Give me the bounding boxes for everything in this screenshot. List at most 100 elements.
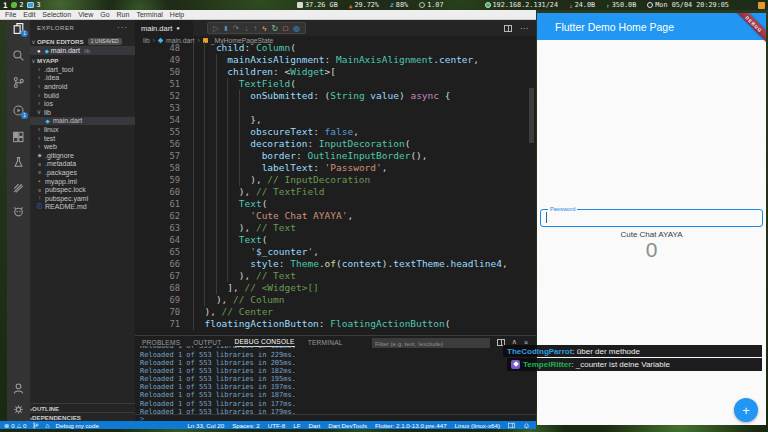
more-actions-icon[interactable]: ⋯ (520, 24, 528, 33)
status-utf8[interactable]: UTF-8 (268, 422, 286, 429)
code-area[interactable]: 48 child: Column(49 mainAxisAlignment: M… (135, 42, 536, 330)
project-label: MYAPP (37, 57, 58, 64)
up-icon: ↑ (606, 2, 610, 9)
status-lf[interactable]: LF (293, 422, 300, 429)
activity-search-icon[interactable] (7, 47, 30, 63)
hot-reload-icon[interactable]: ϟ (262, 24, 266, 33)
activity-source-control-icon[interactable] (7, 74, 30, 90)
debug-my-code-status[interactable]: Debug my code (56, 422, 99, 429)
menu-item-go[interactable]: Go (100, 11, 109, 18)
status-bar: ⊗0 △0 ⌂ Debug my code Ln 33, Col 20 Space… (0, 421, 536, 429)
stat-text: 88% (396, 1, 408, 9)
status-ln[interactable]: Ln 33, Col 20 (187, 422, 224, 429)
panel-tab-output[interactable]: OUTPUT (193, 339, 221, 346)
workspace-number[interactable]: 3 (37, 1, 41, 9)
tree-folder-linux[interactable]: ›linux (30, 125, 135, 134)
layout-icon[interactable] (508, 422, 515, 429)
tree-folder-dart_tool[interactable]: ›.dart_tool (30, 65, 135, 74)
sub-badge-icon (511, 360, 520, 369)
status-dart[interactable]: Dart (308, 422, 320, 429)
line-number: 52 (135, 91, 187, 101)
tree-file-pubspec.lock[interactable]: ≡pubspec.lock (30, 185, 135, 194)
tree-file-main.dart[interactable]: ◆main.dart (30, 117, 135, 126)
tree-file-myapp.iml[interactable]: ▪myapp.iml (30, 177, 135, 186)
menu-item-help[interactable]: Help (170, 11, 184, 18)
activity-run-debug-icon[interactable]: 1 (7, 102, 30, 118)
tree-folder-web[interactable]: ›web (30, 142, 135, 151)
inspector-icon[interactable]: ◎ (293, 24, 300, 33)
tree-folder-test[interactable]: ›test (30, 134, 135, 143)
code-line: 66 style: Theme.of(context).textTheme.he… (135, 258, 536, 270)
editor-scrollbar[interactable] (529, 88, 534, 143)
activity-owl-icon[interactable] (7, 203, 30, 219)
tab-main-dart[interactable]: main.dart ● (135, 20, 193, 36)
activity-extensions-icon[interactable] (7, 129, 30, 145)
console-prompt[interactable]: > (135, 414, 536, 421)
status-dart[interactable]: Dart DevTools (328, 422, 367, 429)
open-editors-header[interactable]: ∨ OPEN EDITORS 1 UNSAVED (30, 37, 135, 46)
panel-tab-problems[interactable]: PROBLEMS (142, 339, 180, 346)
workspace-indicators[interactable]: 1 2 3 (0, 1, 41, 10)
status-linux[interactable]: Linux (linux-x64) (455, 422, 500, 429)
home-status-icon[interactable]: ⌂ (45, 422, 49, 429)
explorer-sidebar: EXPLORER ··· ∨ OPEN EDITORS 1 UNSAVED ● … (30, 20, 135, 421)
workspace-number[interactable]: 1 (3, 1, 8, 10)
menu-item-file[interactable]: File (5, 11, 16, 18)
step-out-icon[interactable]: ↑ (253, 24, 257, 33)
activity-explorer-icon[interactable]: 1 (7, 20, 30, 36)
step-over-icon[interactable]: ↷ (232, 24, 239, 33)
panel-tab-terminal[interactable]: TERMINAL (308, 339, 343, 346)
open-editor-main-dart[interactable]: ● ◆ main.dart lib (30, 46, 135, 55)
menu-item-edit[interactable]: Edit (23, 11, 35, 18)
menu-item-run[interactable]: Run (117, 11, 130, 18)
fork-status-icon[interactable] (32, 422, 39, 429)
code-line: 52 onSubmitted: (String value) async { (135, 90, 536, 102)
activity-feather-icon[interactable] (7, 179, 30, 195)
console-filter-input[interactable]: Filter (e.g. text, !exclude) (372, 338, 490, 348)
menu-item-terminal[interactable]: Terminal (136, 11, 162, 18)
bell-icon[interactable] (523, 422, 530, 429)
activity-test-beaker-icon[interactable] (7, 154, 30, 170)
fab-button[interactable]: + (734, 398, 758, 422)
line-number: 61 (135, 199, 187, 209)
line-number: 68 (135, 283, 187, 293)
project-header[interactable]: ∨ MYAPP (30, 56, 135, 65)
tree-folder-android[interactable]: ›android (30, 82, 135, 91)
tree-folder-build[interactable]: ›build (30, 91, 135, 100)
tree-folder-lib[interactable]: ∨lib (30, 108, 135, 117)
tree-folder-ios[interactable]: ›ios (30, 99, 135, 108)
tree-file-pubspec.yaml[interactable]: !pubspec.yaml (30, 194, 135, 203)
problems-status[interactable]: ⊗0 △0 (4, 422, 26, 429)
console-line: Reloaded 1 of 553 libraries in 197ms. (140, 383, 296, 391)
dirty-dot-icon: ● (176, 25, 180, 31)
code-line: 69 ), // Column (135, 294, 536, 306)
tree-folder-idea[interactable]: ›.idea (30, 74, 135, 83)
activity-account[interactable] (7, 380, 30, 396)
restart-icon[interactable]: ↻ (271, 24, 278, 33)
tree-file-README.md[interactable]: ⓘREADME.md (30, 203, 135, 212)
menu-item-view[interactable]: View (78, 11, 93, 18)
activity-settings-gear[interactable] (7, 401, 30, 417)
dependencies-section[interactable]: › DEPENDENCIES (30, 412, 135, 421)
app-tray-icon[interactable] (758, 2, 765, 9)
tree-file-gitignore[interactable]: ◆.gitignore (30, 151, 135, 160)
continue-icon[interactable]: ▷ (213, 24, 219, 33)
outline-section[interactable]: › OUTLINE (30, 403, 135, 412)
tree-file-packages[interactable]: ≡.packages (30, 168, 135, 177)
code-line: 70 ), // Center (135, 306, 536, 318)
menu-item-selection[interactable]: Selection (42, 11, 71, 18)
open-editor-filename: main.dart (51, 47, 80, 54)
split-editor-icon[interactable] (504, 25, 512, 32)
workspace-number[interactable]: 2 (20, 1, 24, 9)
chat-username: TheCodingParrot (507, 347, 572, 356)
step-into-icon[interactable]: ↓ (244, 24, 248, 33)
password-field[interactable]: Password (540, 209, 763, 227)
console-line: Reloaded 1 of 553 libraries in 182ms. (140, 367, 296, 375)
pause-icon[interactable]: ‖ (224, 24, 227, 33)
status-flutter[interactable]: Flutter: 2.1.0-13.0.pre.447 (375, 422, 447, 429)
status-spaces[interactable]: Spaces: 2 (232, 422, 260, 429)
tree-file-metadata[interactable]: ≡.metadata (30, 160, 135, 169)
line-number: 55 (135, 127, 187, 137)
sidebar-actions-icon[interactable]: ··· (117, 23, 128, 32)
stop-icon[interactable]: □ (283, 24, 288, 33)
